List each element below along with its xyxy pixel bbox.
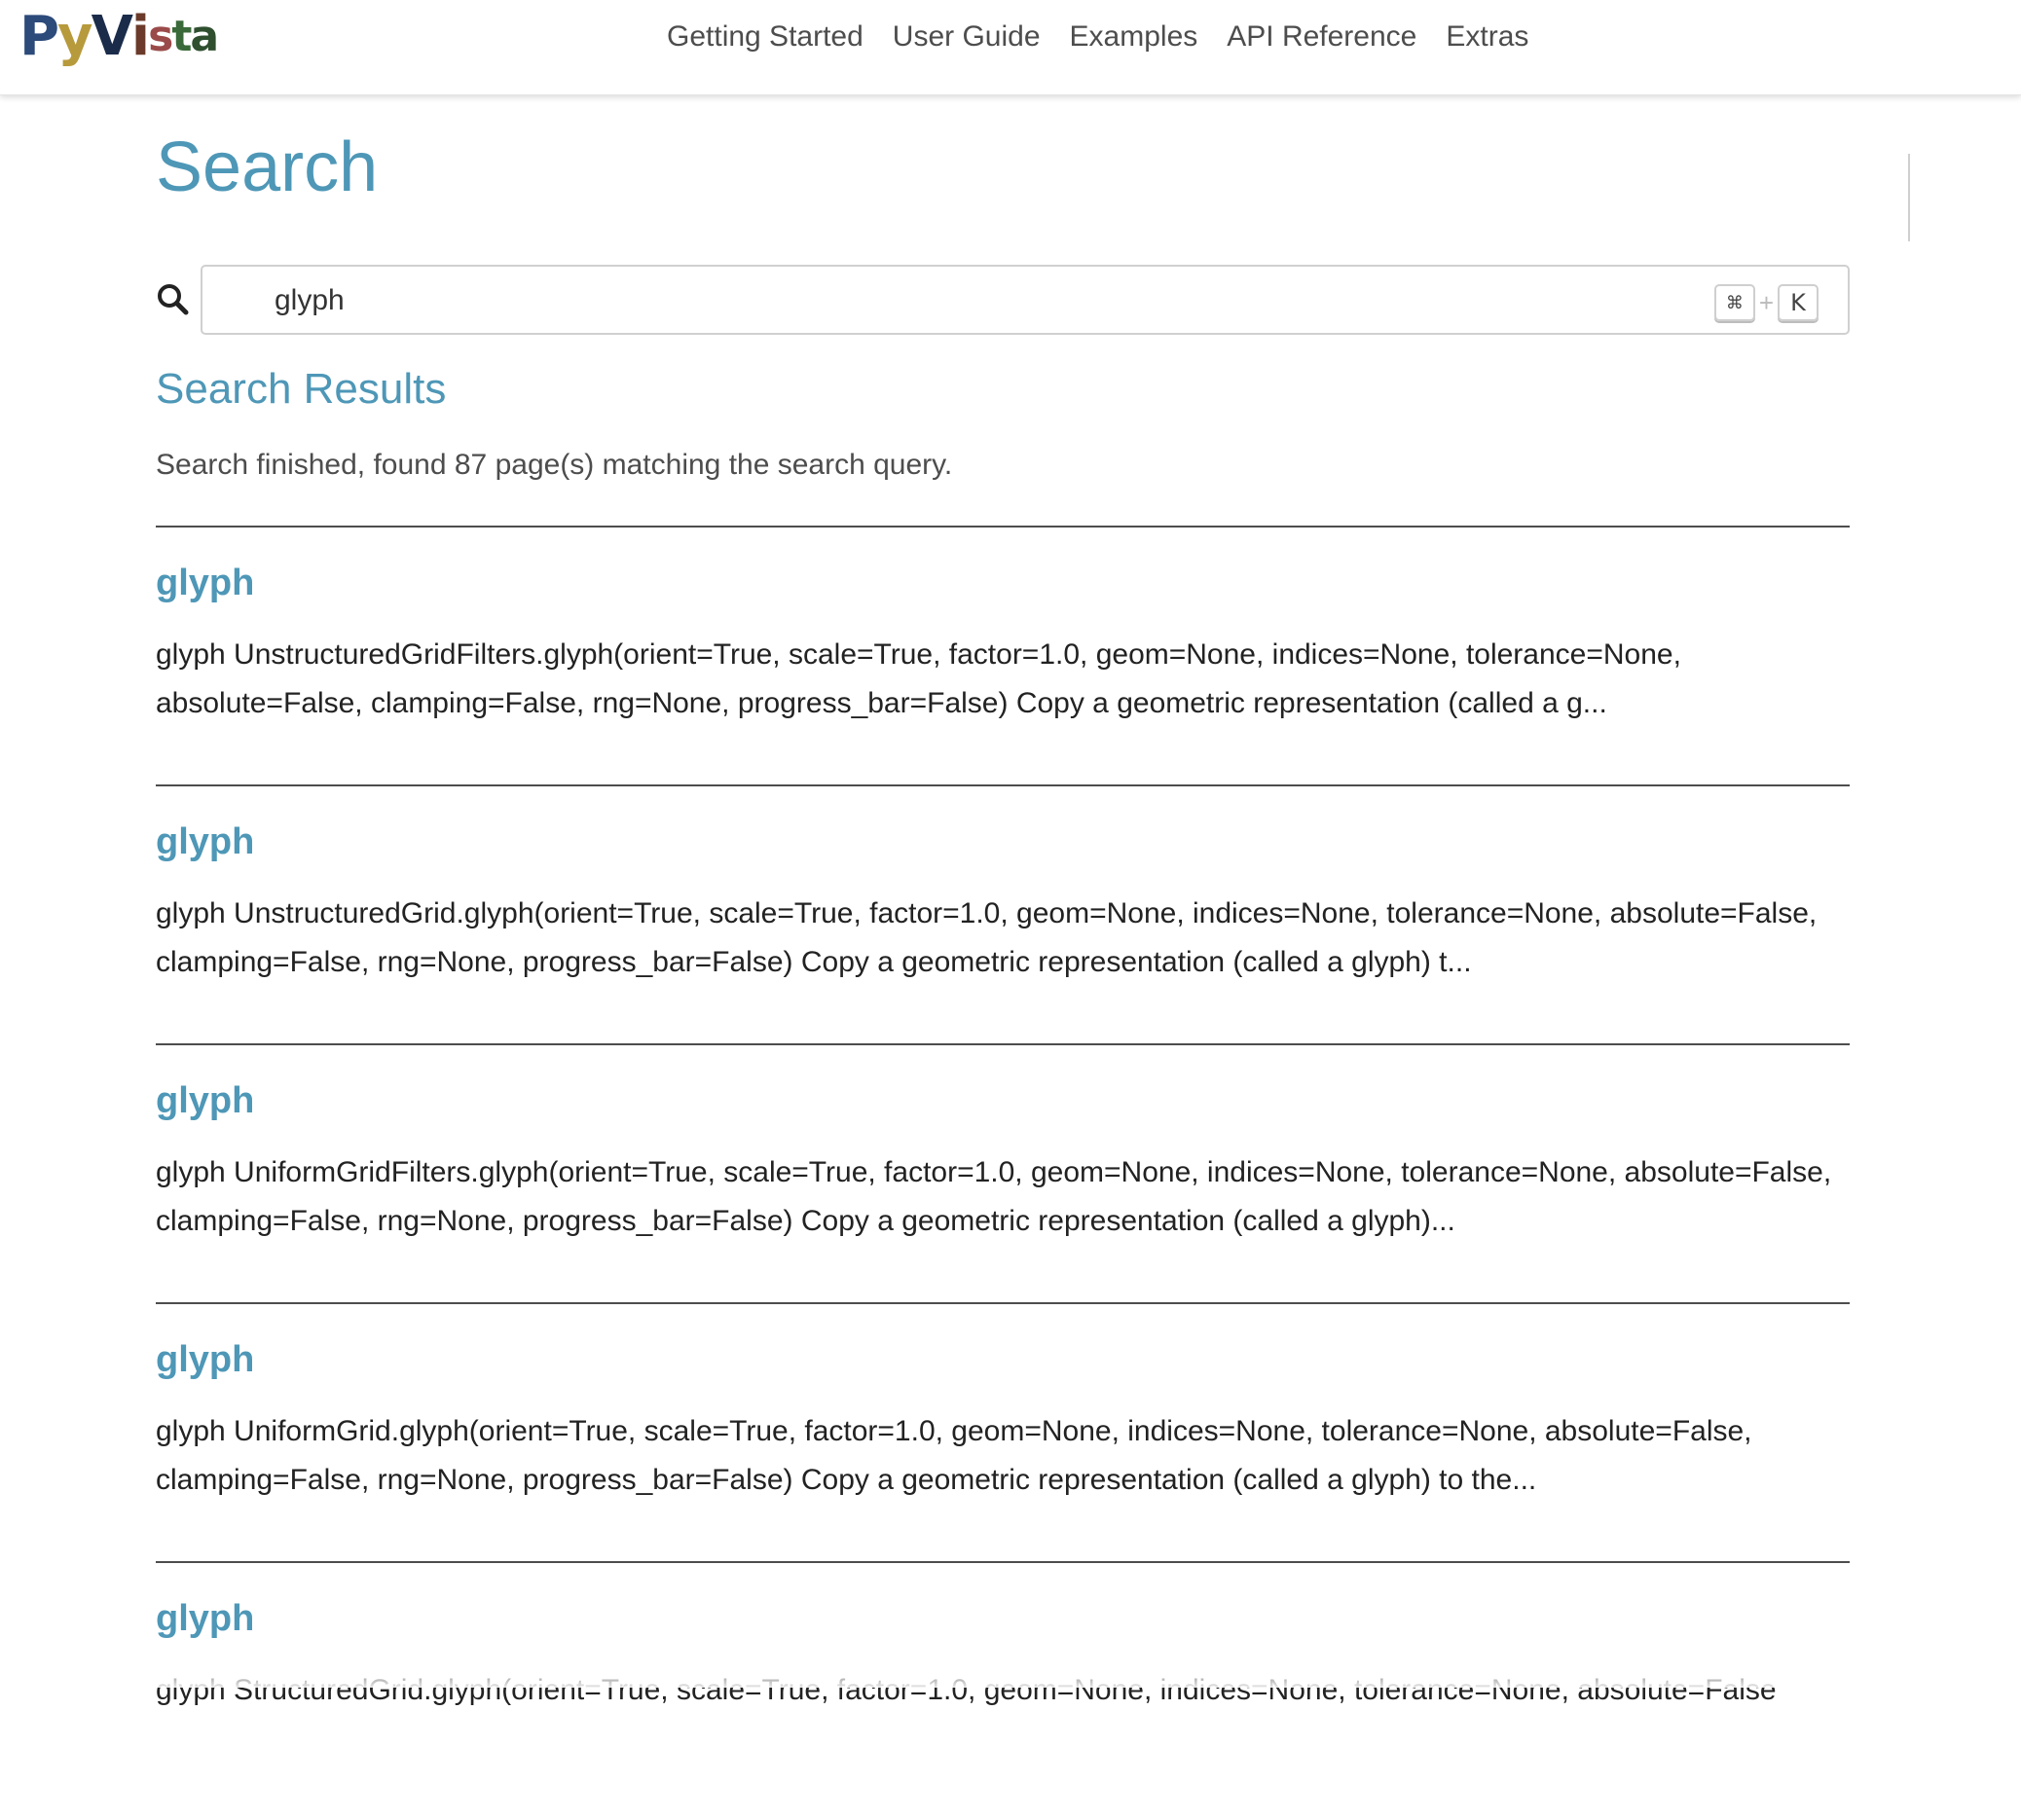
sidebar-divider <box>1908 154 1910 241</box>
k-key: K <box>1778 284 1819 321</box>
search-result-snippet: glyph StructuredGrid.glyph(orient=True, … <box>156 1674 1777 1706</box>
search-result-snippet: glyph UniformGrid.glyph(orient=True, sca… <box>156 1415 1752 1496</box>
search-result-snippet: glyph UniformGridFilters.glyph(orient=Tr… <box>156 1156 1832 1237</box>
search-result-link[interactable]: glyph <box>156 1596 254 1641</box>
command-key-icon: ⌘ <box>1713 284 1755 321</box>
nav-link-api-reference[interactable]: API Reference <box>1212 16 1431 58</box>
search-result-link[interactable]: glyph <box>156 819 254 864</box>
search-form: ⌘ + K <box>156 265 1850 335</box>
search-results-heading: Search Results <box>156 365 447 413</box>
search-result-item: glyph glyph UnstructuredGrid.glyph(orien… <box>156 784 1850 1043</box>
search-result-item: glyph glyph UnstructuredGridFilters.glyp… <box>156 526 1850 784</box>
nav-link-extras[interactable]: Extras <box>1431 16 1543 58</box>
page-title: Search <box>156 128 379 206</box>
search-input[interactable] <box>275 278 1540 323</box>
search-result-snippet: glyph UnstructuredGridFilters.glyph(orie… <box>156 638 1681 719</box>
pyvista-logo[interactable]: PyVista <box>19 2 219 70</box>
search-icon <box>158 284 189 315</box>
nav-link-user-guide[interactable]: User Guide <box>878 16 1055 58</box>
search-result-snippet: glyph UnstructuredGrid.glyph(orient=True… <box>156 897 1818 978</box>
search-results-list: glyph glyph UnstructuredGridFilters.glyp… <box>156 526 1850 1820</box>
search-result-link[interactable]: glyph <box>156 1078 254 1123</box>
search-result-link[interactable]: glyph <box>156 1337 254 1382</box>
search-result-item: glyph glyph StructuredGrid.glyph(orient=… <box>156 1561 1850 1820</box>
search-result-item: glyph glyph UniformGridFilters.glyph(ori… <box>156 1043 1850 1302</box>
shortcut-plus: + <box>1758 287 1774 317</box>
search-result-item: glyph glyph UniformGrid.glyph(orient=Tru… <box>156 1302 1850 1561</box>
main-nav: Getting Started User Guide Examples API … <box>652 16 1543 58</box>
search-result-link[interactable]: glyph <box>156 561 254 605</box>
search-results-summary: Search finished, found 87 page(s) matchi… <box>156 449 953 481</box>
nav-link-examples[interactable]: Examples <box>1055 16 1213 58</box>
search-box: ⌘ + K <box>201 265 1850 335</box>
keyboard-shortcut-hint: ⌘ + K <box>1713 284 1819 321</box>
top-navbar: PyVista Getting Started User Guide Examp… <box>0 0 2021 95</box>
nav-link-getting-started[interactable]: Getting Started <box>652 16 878 58</box>
